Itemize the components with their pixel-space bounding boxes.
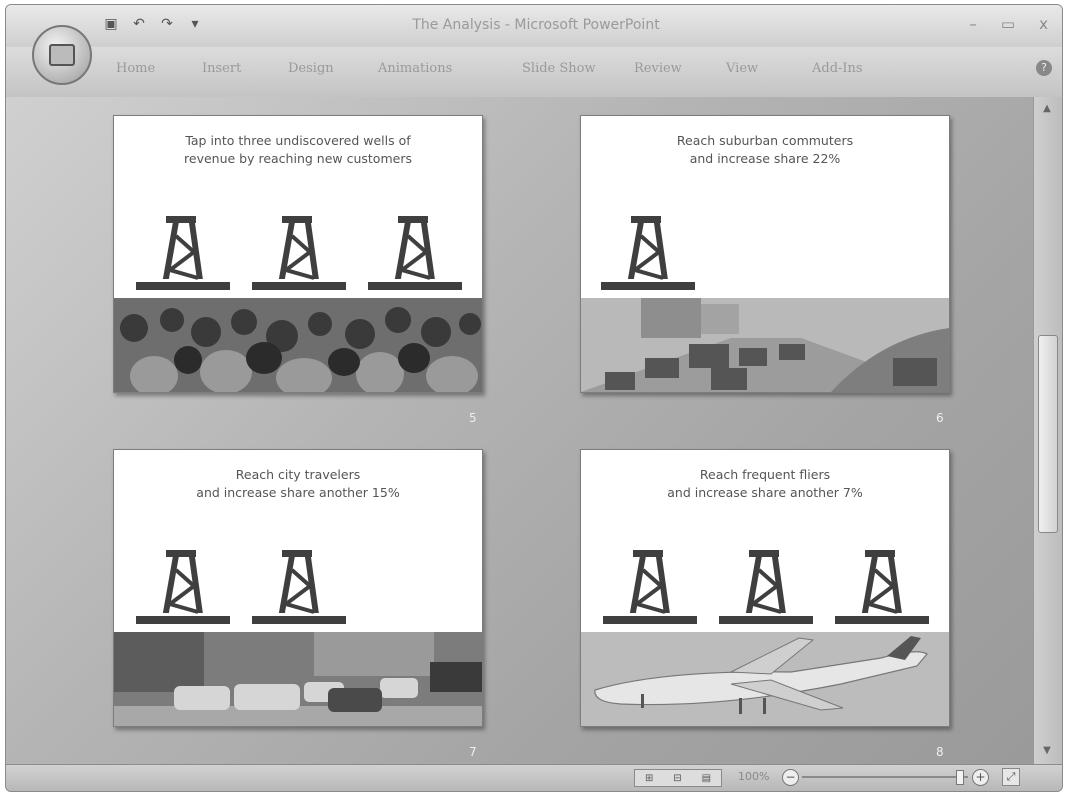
office-button[interactable] (32, 25, 92, 85)
minimize-button[interactable]: – (969, 15, 977, 33)
headline-line: and increase share another 7% (667, 485, 863, 500)
vertical-scrollbar[interactable]: ▲ ▼ (1033, 97, 1062, 765)
oil-derrick-icon (601, 216, 695, 292)
tab-slide-show[interactable]: Slide Show (522, 61, 596, 76)
tab-review[interactable]: Review (634, 61, 682, 76)
window-controls: – ▭ x (969, 15, 1048, 33)
oil-derrick-icon (136, 216, 230, 292)
slide-show-view-icon[interactable]: ▤ (702, 773, 711, 784)
help-icon[interactable]: ? (1036, 60, 1052, 76)
slide-number: 5 (469, 411, 477, 425)
tab-home[interactable]: Home (116, 61, 155, 76)
tab-insert[interactable]: Insert (202, 61, 241, 76)
slide-thumbnail-8[interactable]: Reach frequent fliers and increase share… (580, 449, 950, 727)
close-button[interactable]: x (1039, 15, 1048, 33)
maximize-button[interactable]: ▭ (1001, 15, 1015, 33)
slide-headline: Reach suburban commuters and increase sh… (591, 132, 939, 168)
window-title: The Analysis - Microsoft PowerPoint (412, 17, 660, 33)
headline-line: and increase share another 15% (196, 485, 400, 500)
oil-derrick-icon (835, 550, 929, 626)
zoom-level[interactable]: 100% (738, 770, 769, 783)
scrollbar-thumb[interactable] (1038, 335, 1058, 533)
tab-animations[interactable]: Animations (378, 61, 452, 76)
city-street-photo (114, 632, 482, 726)
oil-derrick-icon (252, 550, 346, 626)
scroll-up-icon[interactable]: ▲ (1040, 103, 1054, 117)
tab-design[interactable]: Design (288, 61, 334, 76)
slide-number: 6 (936, 411, 944, 425)
scroll-down-icon[interactable]: ▼ (1040, 745, 1054, 759)
slide-headline: Tap into three undiscovered wells of rev… (124, 132, 472, 168)
save-icon[interactable]: ▣ (102, 15, 120, 33)
slide-thumbnail-7[interactable]: Reach city travelers and increase share … (113, 449, 483, 727)
zoom-slider-thumb[interactable] (956, 770, 964, 785)
oil-derrick-icon (252, 216, 346, 292)
slide-sorter-canvas: Tap into three undiscovered wells of rev… (6, 97, 1034, 765)
airplane-photo (581, 632, 949, 726)
slide-number: 8 (936, 745, 944, 759)
slide-headline: Reach city travelers and increase share … (124, 466, 472, 502)
ribbon-tabs: Home Insert Design Animations Slide Show… (6, 47, 1062, 98)
zoom-out-button[interactable]: − (782, 769, 799, 786)
office-logo-icon (49, 44, 75, 66)
oil-derrick-icon (368, 216, 462, 292)
crowd-photo (114, 298, 482, 392)
powerpoint-window: ▣ ↶ ↷ ▾ The Analysis - Microsoft PowerPo… (5, 4, 1063, 792)
headline-line: Reach city travelers (235, 467, 361, 482)
headline-line: Reach suburban commuters (676, 133, 854, 148)
status-bar: ⊞ ⊟ ▤ 100% − + ⤢ (6, 764, 1062, 791)
normal-view-icon[interactable]: ⊞ (645, 773, 653, 784)
oil-derrick-icon (136, 550, 230, 626)
tab-view[interactable]: View (726, 61, 758, 76)
slide-sorter-view-icon[interactable]: ⊟ (673, 773, 681, 784)
tab-add-ins[interactable]: Add-Ins (812, 61, 863, 76)
highway-photo (581, 298, 949, 392)
headline-line: revenue by reaching new customers (184, 151, 412, 166)
headline-line: Tap into three undiscovered wells of (185, 133, 411, 148)
slide-number: 7 (469, 745, 477, 759)
customize-qat-icon[interactable]: ▾ (186, 15, 204, 33)
zoom-slider[interactable] (802, 776, 968, 778)
slide-headline: Reach frequent fliers and increase share… (591, 466, 939, 502)
oil-derrick-icon (603, 550, 697, 626)
quick-access-toolbar: ▣ ↶ ↷ ▾ (102, 15, 204, 33)
slide-thumbnail-6[interactable]: Reach suburban commuters and increase sh… (580, 115, 950, 393)
headline-line: Reach frequent fliers (699, 467, 831, 482)
headline-line: and increase share 22% (689, 151, 841, 166)
fit-to-window-icon[interactable]: ⤢ (1002, 768, 1020, 786)
undo-icon[interactable]: ↶ (130, 15, 148, 33)
oil-derrick-icon (719, 550, 813, 626)
view-buttons: ⊞ ⊟ ▤ (634, 769, 722, 787)
zoom-in-button[interactable]: + (972, 769, 989, 786)
title-bar: ▣ ↶ ↷ ▾ The Analysis - Microsoft PowerPo… (6, 5, 1062, 47)
slide-thumbnail-5[interactable]: Tap into three undiscovered wells of rev… (113, 115, 483, 393)
redo-icon[interactable]: ↷ (158, 15, 176, 33)
